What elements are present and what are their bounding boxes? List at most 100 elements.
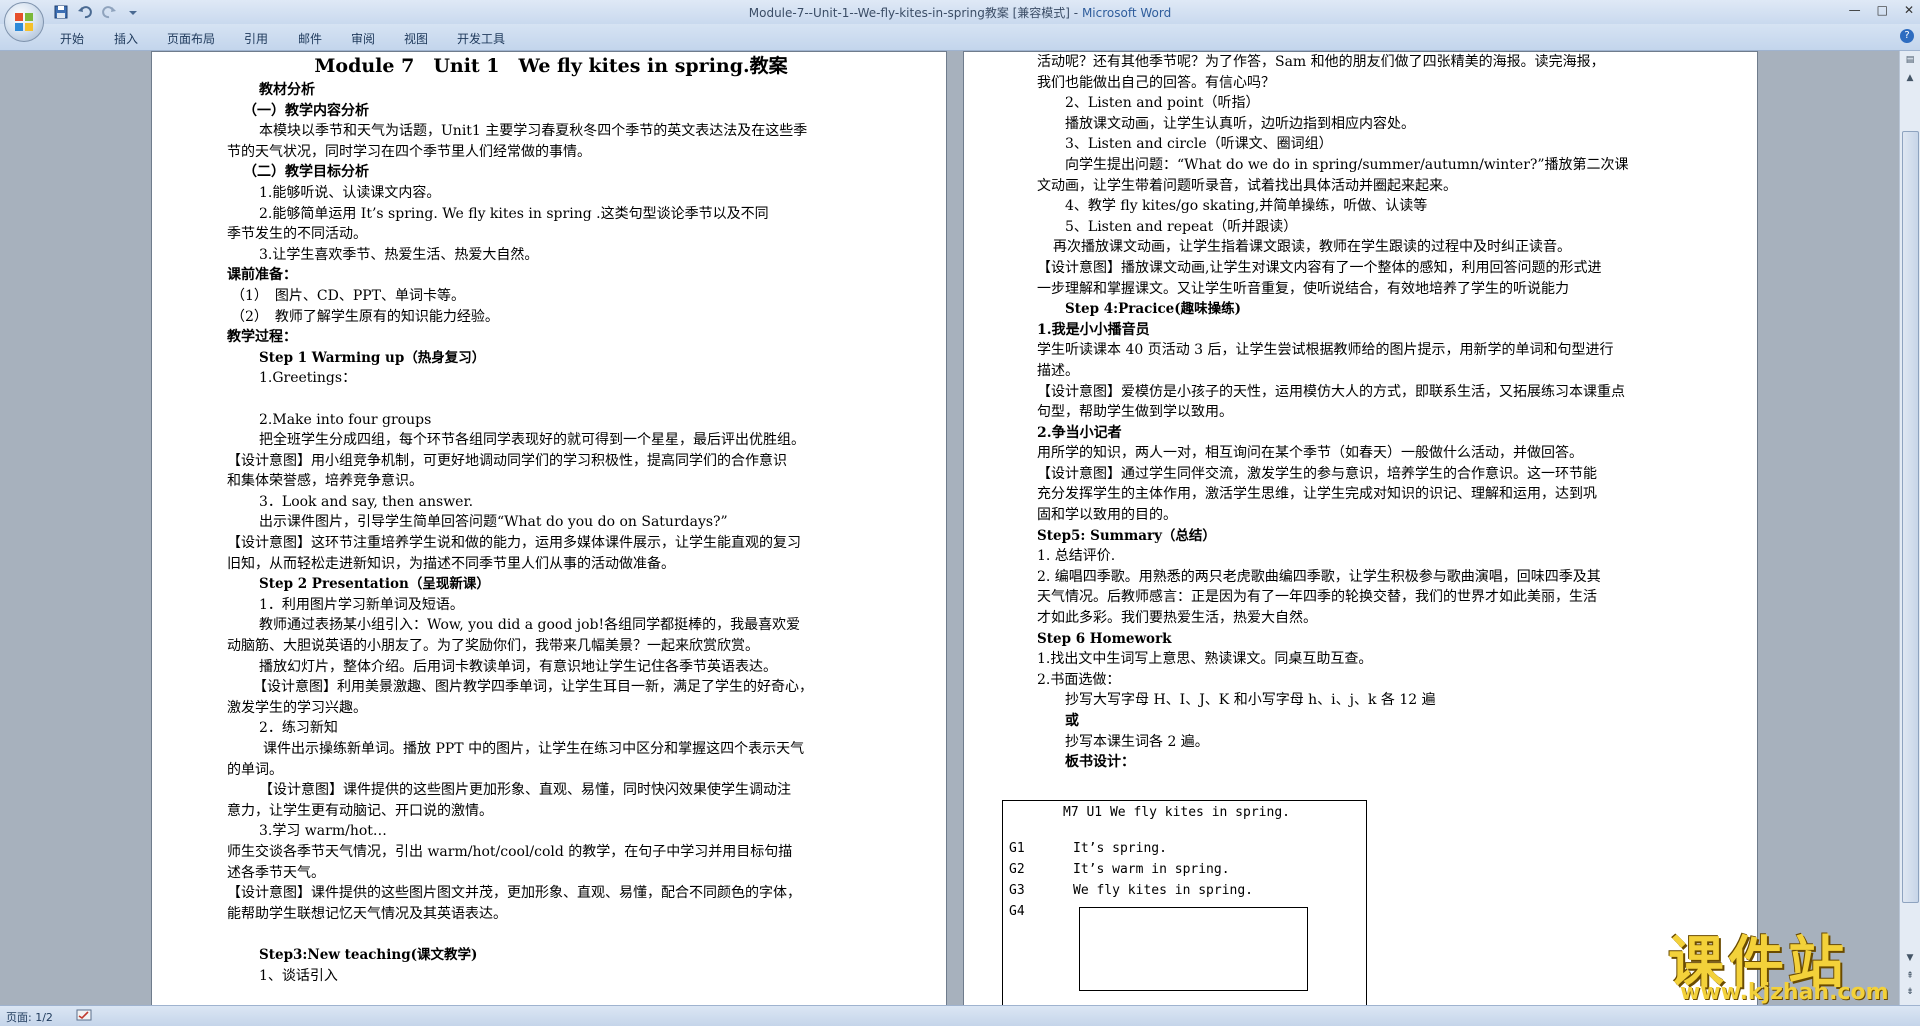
step-heading: Step 4:Pracice(趣味操练): [1065, 301, 1242, 318]
section-heading: 教学过程：: [227, 329, 297, 346]
paragraph-line: 能帮助学生联想记忆天气情况及其英语表达。: [227, 905, 507, 922]
window-title: Module-7--Unit-1--We-fly-kites-in-spring…: [0, 4, 1920, 21]
watermark-url: www.kjzhan.com: [1680, 980, 1889, 1005]
paragraph-line: 抄写大写字母 H、I、J、K 和小写字母 h、i、j、k 各 12 遍: [1065, 692, 1436, 709]
subsection-heading: 1.我是小小播音员: [1037, 321, 1150, 338]
paragraph-line: 播放幻灯片，整体介绍。后用词卡教读单词，有意识地让学生记住各季节英语表达。: [259, 658, 777, 675]
office-button[interactable]: [4, 2, 44, 42]
paragraph-line: 用所学的知识，两人一对，相互询问在某个季节（如春天）一般做什么活动，并做回答。: [1037, 445, 1583, 462]
scroll-thumb[interactable]: [1902, 131, 1919, 903]
document-title: Module-7--Unit-1--We-fly-kites-in-spring…: [748, 6, 1082, 20]
tab-page-layout[interactable]: 页面布局: [167, 30, 215, 47]
paragraph-line: 意力，让学生更有动脑记、开口说的激情。: [227, 802, 493, 819]
paragraph-line: 教师通过表扬某小组引入：Wow, you did a good job!各组同学…: [259, 617, 801, 634]
close-button[interactable]: ✕: [1904, 3, 1914, 17]
paragraph-line: 学生听读课本 40 页活动 3 后，让学生尝试根据教师给的图片提示，用新学的单词…: [1037, 342, 1614, 359]
paragraph-line: 3.学习 warm/hot…: [259, 823, 387, 840]
board-title: M7 U1 We fly kites in spring.: [1063, 805, 1290, 820]
page-indicator[interactable]: 页面: 1/2: [6, 1009, 53, 1025]
subsection-heading: （一）教学内容分析: [243, 102, 369, 119]
paragraph-line: 活动呢？还有其他季节呢？为了作答，Sam 和他的朋友们做了四张精美的海报。读完海…: [1037, 54, 1605, 70]
paragraph-line: 旧知，从而轻松走进新知识，为描述不同季节里人们从事的活动做准备。: [227, 555, 675, 572]
ribbon-tabs: 开始 插入 页面布局 引用 邮件 审阅 视图 开发工具 ?: [0, 24, 1920, 51]
paragraph-line: 【设计意图】利用美景激趣、图片教学四季单词，让学生耳目一新，满足了学生的好奇心，: [253, 679, 813, 696]
vertical-scrollbar[interactable]: ▤ ▲ ▼ ⇞ ⇟: [1899, 51, 1920, 1005]
page-1-content[interactable]: Module 7 Unit 1 We fly kites in spring.教…: [227, 52, 875, 986]
paragraph-line: 1．利用图片学习新单词及短语。: [259, 596, 464, 613]
paragraph-line: 季节发生的不同活动。: [227, 226, 367, 243]
step-heading: Step 2 Presentation（呈现新课）: [259, 576, 490, 593]
paragraph-line: 充分发挥学生的主体作用，激活学生思维，让学生完成对知识的识记、理解和运用，达到巩: [1037, 486, 1597, 503]
board-label: G2: [1009, 862, 1025, 877]
proofing-icon[interactable]: [76, 1009, 92, 1021]
tab-references[interactable]: 引用: [244, 30, 268, 47]
step-heading: Step 1 Warming up（热身复习）: [259, 349, 486, 366]
paragraph-line: 【设计意图】通过学生同伴交流，激发学生的参与意识，培养学生的合作意识。这一环节能: [1037, 465, 1597, 482]
document-heading: Module 7 Unit 1 We fly kites in spring.教…: [314, 55, 788, 77]
step-heading: Step 6 Homework: [1037, 630, 1172, 647]
board-label: G3: [1009, 883, 1025, 898]
paragraph-line: 出示课件图片，引导学生简单回答问题“What do you do on Satu…: [259, 514, 728, 531]
paragraph-line: 师生交谈各季节天气情况，引出 warm/hot/cool/cold 的教学，在句…: [227, 843, 793, 860]
scroll-up-icon[interactable]: ▲: [1903, 71, 1917, 85]
paragraph-line: 3．Look and say, then answer.: [259, 493, 474, 510]
paragraph-line: 动脑筋、大胆说英语的小朋友了。为了奖励你们，我带来几幅美景？一起来欣赏欣赏。: [227, 638, 759, 655]
board-design-box: M7 U1 We fly kites in spring. G1 It’s sp…: [1002, 800, 1367, 1005]
paragraph-line: 的单词。: [227, 761, 283, 778]
page-2-content[interactable]: 活动呢？还有其他季节呢？为了作答，Sam 和他的朋友们做了四张精美的海报。读完海…: [1037, 52, 1687, 793]
paragraph-line: 【设计意图】课件提供的这些图片更加形象、直观、易懂，同时快闪效果使学生调动注: [259, 782, 791, 799]
paragraph-line: 播放课文动画，让学生认真听，边听边指到相应内容处。: [1065, 115, 1415, 132]
board-inner-box: [1079, 907, 1308, 991]
paragraph-line: 3、Listen and circle（听课文、圈词组）: [1065, 136, 1333, 153]
paragraph-line: 课件出示操练新单词。播放 PPT 中的图片，让学生在练习中区分和掌握这四个表示天…: [263, 741, 805, 757]
section-heading: 教材分析: [259, 82, 315, 98]
watermark-logo: 课件站 www.kjzhan.com: [1668, 918, 1908, 1005]
document-area: Module 7 Unit 1 We fly kites in spring.教…: [0, 51, 1900, 1005]
tab-insert[interactable]: 插入: [114, 30, 138, 47]
tab-review[interactable]: 审阅: [351, 30, 375, 47]
paragraph-line: 或: [1065, 713, 1079, 729]
paragraph-line: 1. 总结评价.: [1037, 548, 1116, 565]
paragraph-line: 描述。: [1037, 362, 1079, 379]
section-heading: 课前准备：: [227, 267, 297, 284]
tab-mailings[interactable]: 邮件: [298, 30, 322, 47]
title-bar: Module-7--Unit-1--We-fly-kites-in-spring…: [0, 0, 1920, 24]
paragraph-line: 抄写本课生词各 2 遍。: [1065, 733, 1209, 750]
paragraph-line: 我们也能做出自己的回答。有信心吗？: [1037, 74, 1275, 91]
paragraph-line: 再次播放课文动画，让学生指着课文跟读，教师在学生跟读的过程中及时纠正读音。: [1053, 239, 1571, 256]
tab-home[interactable]: 开始: [60, 30, 84, 47]
paragraph-line: 5、Listen and repeat（听并跟读）: [1065, 218, 1298, 235]
paragraph-line: 向学生提出问题：“What do we do in spring/summer/…: [1065, 156, 1629, 173]
tab-view[interactable]: 视图: [404, 30, 428, 47]
step-heading: Step3:New teaching(课文教学): [259, 946, 478, 963]
paragraph-line: 固和学以致用的目的。: [1037, 507, 1177, 524]
list-item: （1） 图片、CD、PPT、单词卡等。: [231, 287, 466, 304]
ruler-toggle-icon[interactable]: ▤: [1903, 53, 1917, 67]
paragraph-line: 激发学生的学习兴趣。: [227, 699, 367, 716]
tab-developer[interactable]: 开发工具: [457, 30, 505, 47]
board-label: G1: [1009, 841, 1025, 856]
paragraph-line: 【设计意图】用小组竞争机制，可更好地调动同学们的学习积极性，提高同学们的合作意识: [227, 452, 787, 469]
paragraph-line: 句型，帮助学生做到学以致用。: [1037, 404, 1233, 421]
paragraph-line: 3.让学生喜欢季节、热爱生活、热爱大自然。: [259, 246, 539, 263]
maximize-button[interactable]: □: [1877, 3, 1888, 17]
help-icon[interactable]: ?: [1900, 29, 1914, 43]
paragraph-line: 一步理解和掌握课文。又让学生听音重复，使听说结合，有效地培养了学生的听说能力: [1037, 280, 1569, 297]
step-heading: Step5: Summary（总结）: [1037, 527, 1216, 544]
paragraph-line: 2．练习新知: [259, 720, 338, 737]
board-text: We fly kites in spring.: [1073, 883, 1254, 898]
paragraph-line: 本模块以季节和天气为话题，Unit1 主要学习春夏秋冬四个季节的英文表达法及在这…: [259, 123, 808, 140]
board-text: It’s warm in spring.: [1073, 862, 1230, 877]
paragraph-line: 【设计意图】播放课文动画,让学生对课文内容有了一个整体的感知，利用回答问题的形式…: [1037, 259, 1602, 276]
paragraph-line: 2.Make into four groups: [259, 411, 432, 428]
paragraph-line: 节的天气状况，同时学习在四个季节里人们经常做的事情。: [227, 143, 591, 160]
paragraph-line: 2、Listen and point（听指）: [1065, 95, 1260, 112]
paragraph-line: 2. 编唱四季歌。用熟悉的两只老虎歌曲编四季歌，让学生积极参与歌曲演唱，回味四季…: [1037, 568, 1601, 585]
minimize-button[interactable]: —: [1849, 3, 1861, 17]
paragraph-line: 4、教学 fly kites/go skating,并简单操练，听做、认读等: [1065, 198, 1428, 215]
paragraph-line: 文动画，让学生带着问题听录音，试着找出具体活动并圈起来起来。: [1037, 177, 1457, 194]
app-name: Microsoft Word: [1081, 6, 1172, 20]
paragraph-line: 2.能够简单运用 It’s spring. We fly kites in sp…: [259, 205, 769, 222]
